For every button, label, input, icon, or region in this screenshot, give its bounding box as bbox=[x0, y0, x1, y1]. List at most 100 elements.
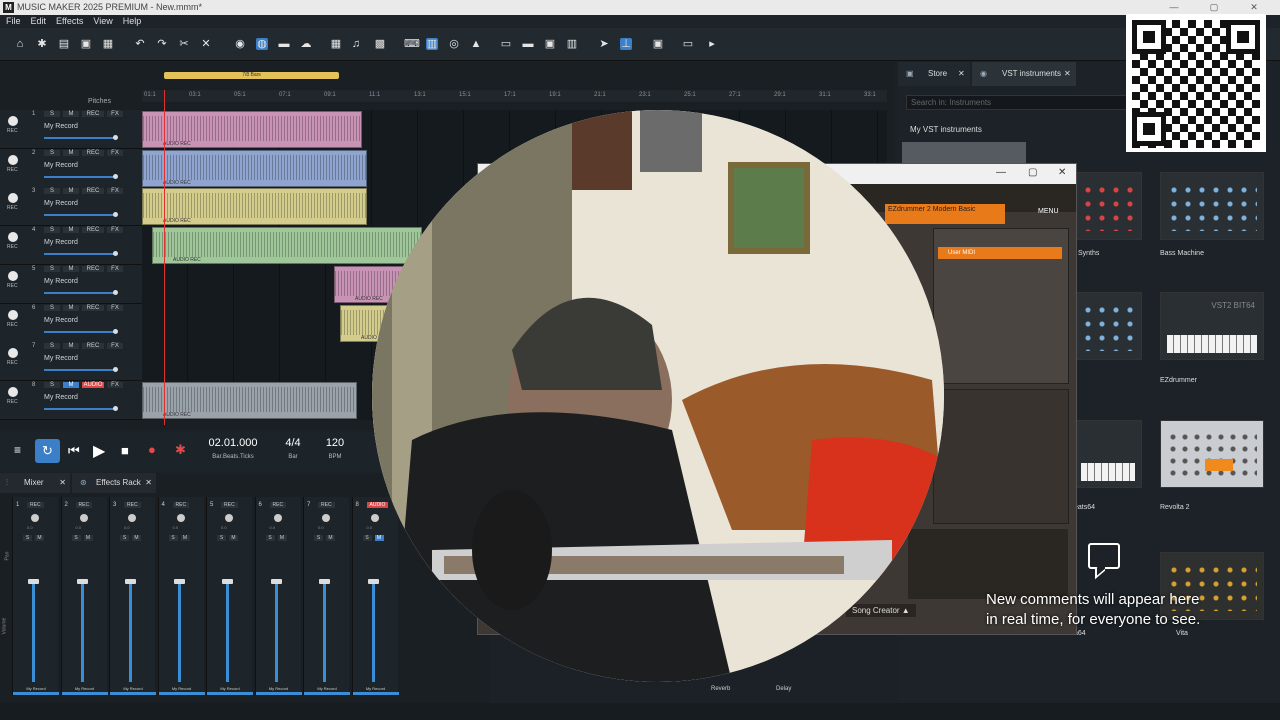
audio-clip[interactable]: AUDIO REC bbox=[152, 227, 422, 265]
rec-button[interactable]: REC bbox=[82, 149, 104, 156]
solo-button[interactable]: S bbox=[44, 304, 60, 311]
pan-knob[interactable] bbox=[273, 514, 282, 522]
volume-fader-track[interactable] bbox=[32, 582, 35, 682]
channel-rec-button[interactable]: REC bbox=[318, 502, 335, 508]
track-name[interactable]: My Record bbox=[44, 355, 78, 362]
channel-rec-button[interactable]: REC bbox=[124, 502, 141, 508]
gear-icon[interactable]: ✱ bbox=[36, 38, 48, 50]
tempo-icon[interactable]: ▥ bbox=[426, 38, 438, 50]
instrument-thumb[interactable] bbox=[1074, 420, 1142, 488]
grid-icon[interactable]: ▦ bbox=[330, 38, 342, 50]
fx-button[interactable]: FX bbox=[107, 149, 123, 156]
instrument-thumb-synths[interactable] bbox=[1074, 172, 1142, 240]
volume-fader-knob[interactable] bbox=[125, 579, 136, 584]
solo-button[interactable]: S bbox=[44, 227, 60, 234]
record-icon[interactable]: ● bbox=[148, 442, 156, 457]
solo-button[interactable]: S bbox=[44, 343, 60, 350]
solo-button[interactable]: S bbox=[44, 381, 60, 388]
position-display[interactable]: 02.01.000 bbox=[200, 437, 266, 449]
track-volume-slider[interactable] bbox=[44, 367, 118, 373]
pan-knob[interactable] bbox=[225, 514, 233, 522]
channel-solo-button[interactable]: S bbox=[362, 535, 372, 541]
tab-mixer[interactable]: ⫶ Mixer ✕ bbox=[0, 473, 70, 493]
mute-button[interactable]: M bbox=[63, 343, 79, 350]
audio-clip[interactable]: AUDIO REC bbox=[142, 111, 362, 148]
track-volume-slider[interactable] bbox=[44, 328, 118, 334]
pitches-dropdown[interactable]: Pitches bbox=[88, 98, 111, 105]
track-header[interactable]: REC 8 S M AUDIO FX My Record bbox=[0, 380, 142, 420]
audio-clip[interactable]: AUDIO REC bbox=[142, 149, 367, 187]
snap-icon[interactable]: ◉ bbox=[234, 38, 246, 50]
mute-button[interactable]: M bbox=[63, 265, 79, 272]
menu-edit[interactable]: Edit bbox=[31, 15, 47, 28]
volume-fader-knob[interactable] bbox=[367, 579, 379, 584]
home-icon[interactable]: ⌂ bbox=[14, 38, 26, 50]
menu-help[interactable]: Help bbox=[123, 15, 142, 28]
new-file-icon[interactable]: ▤ bbox=[58, 38, 70, 50]
solo-button[interactable]: S bbox=[44, 111, 60, 117]
volume-fader-knob[interactable] bbox=[319, 579, 330, 584]
track-volume-slider[interactable] bbox=[44, 405, 118, 411]
pan-knob[interactable] bbox=[322, 514, 330, 522]
note-icon[interactable]: ♫ bbox=[350, 38, 362, 50]
screen-icon[interactable]: ▣ bbox=[544, 38, 556, 50]
search-input[interactable]: Search in: Instruments bbox=[906, 95, 1136, 110]
channel-solo-button[interactable]: S bbox=[120, 535, 129, 541]
mute-button[interactable]: M bbox=[63, 227, 79, 234]
fx-button[interactable]: FX bbox=[107, 227, 123, 234]
redo-icon[interactable]: ↷ bbox=[156, 38, 168, 50]
close-icon[interactable]: ✕ bbox=[59, 473, 66, 493]
volume-fader-track[interactable] bbox=[371, 582, 375, 682]
loop-range-bar[interactable]: 7/8 Bars bbox=[164, 72, 339, 79]
volume-fader-track[interactable] bbox=[129, 582, 132, 682]
magnet-icon[interactable]: ◍ bbox=[256, 38, 268, 50]
menu-file[interactable]: File bbox=[6, 15, 21, 28]
volume-fader-track[interactable] bbox=[226, 582, 229, 682]
track-name[interactable]: My Record bbox=[44, 278, 78, 285]
plugin-maximize-button[interactable]: ▢ bbox=[1028, 167, 1037, 178]
channel-rec-button[interactable]: REC bbox=[269, 502, 287, 508]
cursor-icon[interactable]: ➤ bbox=[598, 38, 610, 50]
arm-record-icon[interactable] bbox=[8, 309, 18, 320]
solo-button[interactable]: S bbox=[44, 265, 60, 272]
track-volume-slider[interactable] bbox=[44, 289, 118, 295]
channel-mute-button[interactable]: M bbox=[83, 535, 93, 541]
save-icon[interactable]: ▦ bbox=[102, 38, 114, 50]
open-file-icon[interactable]: ▣ bbox=[80, 38, 92, 50]
fx-button[interactable]: FX bbox=[107, 343, 123, 350]
solo-button[interactable]: S bbox=[44, 149, 60, 156]
volume-fader-knob[interactable] bbox=[76, 579, 88, 584]
tab-vst-instruments[interactable]: ◉ VST instruments ✕ bbox=[972, 62, 1076, 86]
channel-mute-button[interactable]: M bbox=[229, 535, 238, 541]
undo-icon[interactable]: ↶ bbox=[134, 38, 146, 50]
cut-icon[interactable]: ✂ bbox=[178, 38, 190, 50]
instrument-thumb[interactable] bbox=[1074, 292, 1142, 360]
rec-button[interactable]: REC bbox=[82, 265, 104, 272]
time-signature[interactable]: 4/4 bbox=[278, 437, 308, 449]
close-icon[interactable]: ✕ bbox=[1064, 62, 1071, 86]
track-name[interactable]: My Record bbox=[44, 123, 78, 130]
volume-fader-track[interactable] bbox=[274, 582, 278, 682]
track-name[interactable]: My Record bbox=[44, 200, 78, 207]
volume-fader-track[interactable] bbox=[177, 582, 181, 682]
track-name[interactable]: My Record bbox=[44, 239, 78, 246]
volume-fader-knob[interactable] bbox=[173, 579, 185, 584]
solo-button[interactable]: S bbox=[44, 188, 60, 195]
fx-button[interactable]: FX bbox=[107, 304, 123, 311]
mute-button[interactable]: M bbox=[63, 381, 79, 388]
channel-solo-button[interactable]: S bbox=[168, 535, 178, 541]
keyboard-icon[interactable]: ⌨ bbox=[404, 38, 420, 50]
pan-knob[interactable] bbox=[31, 514, 39, 522]
mute-button[interactable]: M bbox=[63, 111, 79, 117]
record-settings-icon[interactable]: ✱ bbox=[175, 442, 186, 458]
monitor-icon[interactable]: ▣ bbox=[652, 38, 664, 50]
mute-button[interactable]: M bbox=[63, 304, 79, 311]
volume-fader-knob[interactable] bbox=[28, 579, 39, 584]
arm-record-icon[interactable] bbox=[8, 193, 18, 204]
audio-clip[interactable]: AUDIO REC bbox=[142, 381, 357, 419]
track-header[interactable]: REC 4 S M REC FX My Record bbox=[0, 226, 142, 266]
list-icon[interactable]: ≡ bbox=[14, 443, 21, 457]
upload-icon[interactable]: ☁ bbox=[300, 38, 312, 50]
audio-clip[interactable]: AUDIO REC bbox=[142, 188, 367, 226]
channel-solo-button[interactable]: S bbox=[314, 535, 323, 541]
